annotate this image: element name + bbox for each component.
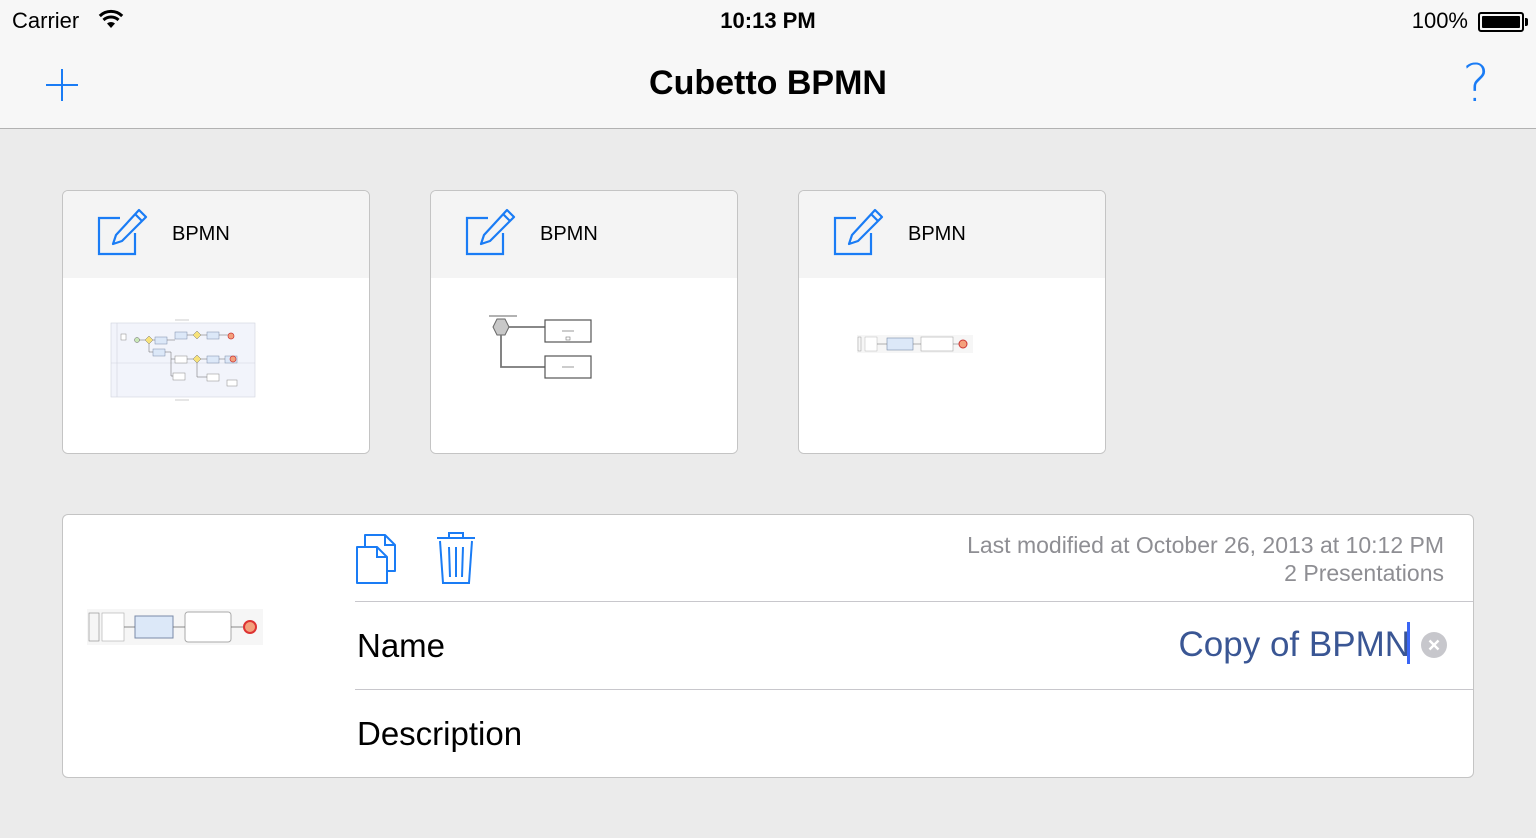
divider (355, 601, 1473, 602)
question-mark-icon: ? (1462, 54, 1490, 114)
document-metadata: Last modified at October 26, 2013 at 10:… (967, 531, 1444, 587)
text-cursor (1407, 622, 1410, 664)
trash-icon[interactable] (435, 531, 477, 585)
card-header: BPMN (431, 191, 737, 278)
status-bar: Carrier 10:13 PM 100% (0, 0, 1536, 40)
document-title: BPMN (540, 223, 598, 245)
navigation-bar: Cubetto BPMN ? (0, 40, 1536, 129)
document-thumbnail (799, 278, 1105, 453)
help-button[interactable]: ? (1452, 56, 1500, 112)
name-label: Name (357, 627, 446, 664)
clear-circle-icon[interactable] (1421, 632, 1447, 658)
document-title: BPMN (172, 223, 230, 245)
battery-icon (1478, 12, 1528, 32)
clock: 10:13 PM (720, 8, 816, 33)
document-thumbnail (431, 278, 737, 453)
description-field[interactable] (683, 701, 1443, 771)
document-card[interactable]: BPMN (798, 190, 1106, 454)
presentations-count: 2 Presentations (1284, 560, 1444, 586)
carrier-label: Carrier (12, 8, 80, 33)
page-title: Cubetto BPMN (649, 64, 887, 102)
description-label: Description (357, 715, 523, 752)
duplicate-icon[interactable] (355, 533, 399, 585)
card-header: BPMN (63, 191, 369, 278)
card-header: BPMN (799, 191, 1105, 278)
document-preview (87, 609, 263, 645)
wifi-icon (98, 9, 124, 28)
divider (355, 689, 1473, 690)
name-field[interactable] (783, 617, 1410, 673)
edit-icon[interactable] (832, 208, 884, 258)
document-card[interactable]: BPMN (62, 190, 370, 454)
last-modified-label: Last modified at October 26, 2013 at 10:… (967, 532, 1444, 558)
edit-icon[interactable] (464, 208, 516, 258)
edit-icon[interactable] (96, 208, 148, 258)
document-thumbnail (63, 278, 369, 453)
document-detail-panel: Last modified at October 26, 2013 at 10:… (62, 514, 1474, 778)
document-title: BPMN (908, 223, 966, 245)
document-card[interactable]: BPMN (430, 190, 738, 454)
plus-icon[interactable] (44, 67, 80, 103)
battery-percentage: 100% (1411, 8, 1468, 33)
